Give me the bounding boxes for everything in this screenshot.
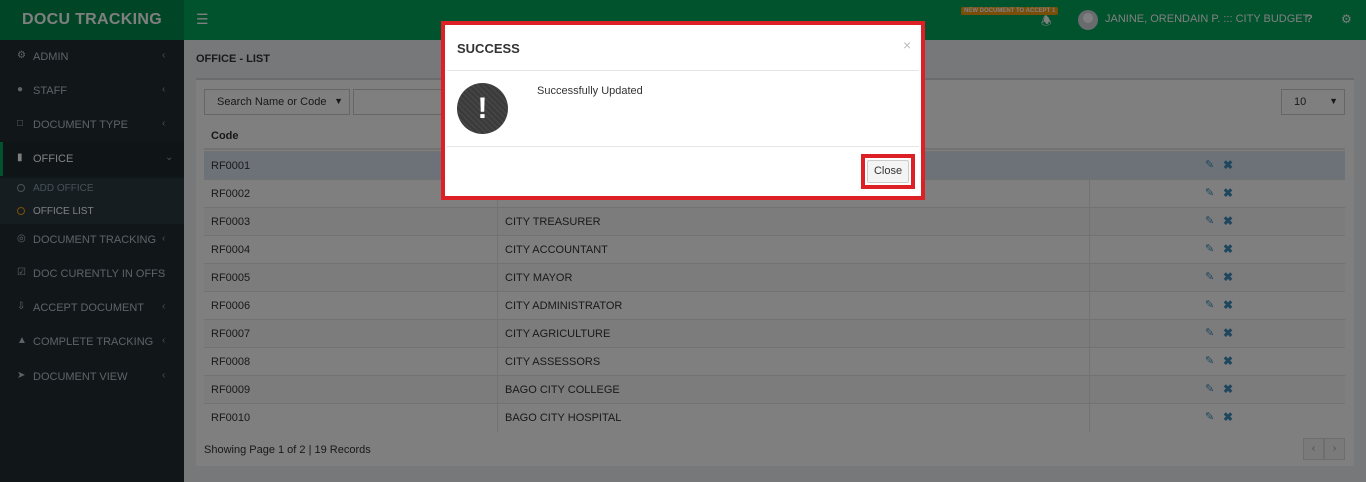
success-modal: SUCCESS × ! Successfully Updated Close — [441, 21, 925, 200]
modal-header-divider — [447, 70, 919, 71]
modal-message: Successfully Updated — [537, 85, 643, 97]
modal-footer-divider — [447, 146, 919, 147]
exclamation-icon: ! — [457, 83, 508, 134]
close-button-highlight: Close — [861, 154, 915, 189]
modal-content: SUCCESS × ! Successfully Updated Close — [447, 27, 919, 194]
modal-title: SUCCESS — [457, 41, 520, 56]
exclamation-glyph: ! — [477, 92, 488, 125]
close-icon[interactable]: × — [903, 37, 911, 53]
close-button[interactable]: Close — [867, 160, 909, 183]
